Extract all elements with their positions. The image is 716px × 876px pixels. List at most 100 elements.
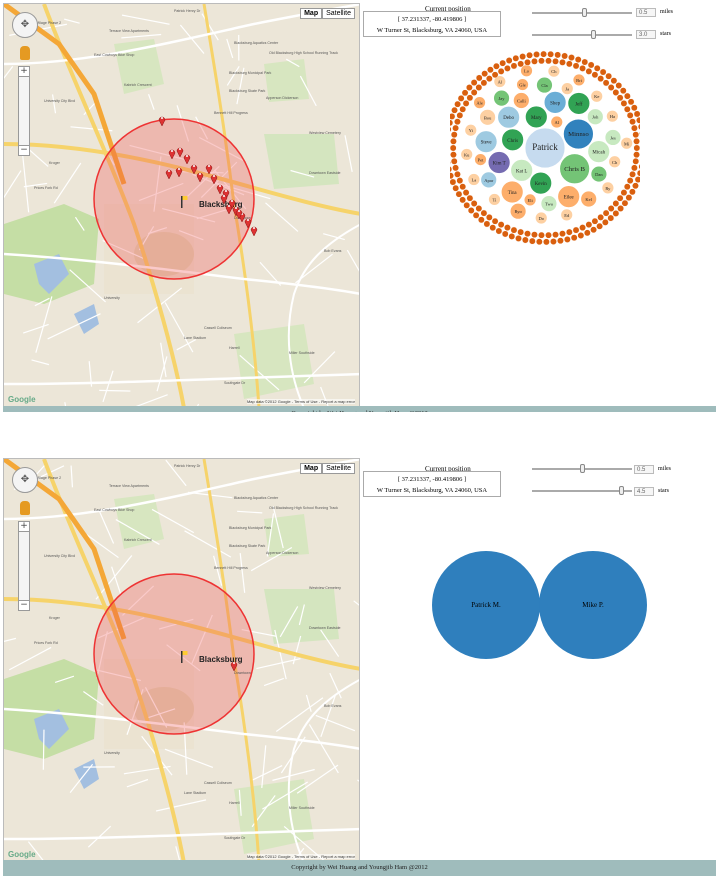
small-bubble[interactable] xyxy=(485,75,493,83)
small-bubble[interactable] xyxy=(454,118,461,126)
map-type-satellite-button[interactable]: Satellite xyxy=(322,8,355,19)
small-bubble[interactable] xyxy=(605,72,613,80)
bubble[interactable]: Eilee xyxy=(557,185,581,209)
small-bubble[interactable] xyxy=(602,79,610,87)
small-bubble[interactable] xyxy=(470,200,478,207)
small-bubble[interactable] xyxy=(535,238,543,246)
small-bubble[interactable] xyxy=(634,176,640,184)
bubble[interactable]: Ale xyxy=(473,96,486,110)
small-bubble[interactable] xyxy=(623,105,631,113)
small-bubble[interactable] xyxy=(547,50,555,58)
small-bubble[interactable] xyxy=(581,58,589,66)
small-bubble[interactable] xyxy=(577,232,585,239)
small-bubble[interactable] xyxy=(451,106,458,114)
small-bubble[interactable] xyxy=(574,56,582,64)
small-bubble[interactable] xyxy=(565,228,573,236)
small-bubble[interactable] xyxy=(633,151,640,159)
small-bubble[interactable] xyxy=(623,183,631,191)
small-bubble[interactable] xyxy=(531,231,538,239)
restaurant-marker-icon[interactable] xyxy=(250,226,258,237)
bubble[interactable]: Mary xyxy=(524,105,548,129)
small-bubble[interactable] xyxy=(450,112,456,120)
small-bubble[interactable] xyxy=(591,217,599,225)
bubble[interactable]: Ti xyxy=(488,193,501,206)
small-bubble[interactable] xyxy=(626,111,634,119)
bubble[interactable]: Debo xyxy=(497,105,521,129)
small-bubble[interactable] xyxy=(591,71,599,79)
small-bubble[interactable] xyxy=(545,57,552,65)
small-bubble[interactable] xyxy=(486,66,494,74)
small-bubble[interactable] xyxy=(585,67,593,75)
bubble[interactable]: Kat L xyxy=(510,158,534,182)
small-bubble[interactable] xyxy=(607,214,615,222)
small-bubble[interactable] xyxy=(632,131,640,139)
bubble[interactable]: Chris xyxy=(501,128,525,152)
zoom-slider[interactable]: + − xyxy=(18,66,30,156)
small-bubble[interactable] xyxy=(616,194,624,202)
bubble[interactable]: Dan xyxy=(590,165,608,183)
small-bubble[interactable] xyxy=(627,98,635,106)
bubble[interactable]: Minnso xyxy=(562,118,594,150)
small-bubble[interactable] xyxy=(472,211,480,219)
small-bubble[interactable] xyxy=(563,235,571,243)
small-bubble[interactable] xyxy=(452,124,460,132)
small-bubble[interactable] xyxy=(607,205,615,212)
bubble[interactable]: Chris B xyxy=(559,153,591,185)
small-bubble[interactable] xyxy=(450,137,457,145)
small-bubble[interactable] xyxy=(499,59,507,67)
small-bubble[interactable] xyxy=(450,157,458,165)
small-bubble[interactable] xyxy=(619,87,627,95)
small-bubble[interactable] xyxy=(549,238,557,245)
small-bubble[interactable] xyxy=(491,71,499,79)
small-bubble[interactable] xyxy=(579,64,587,72)
bubble[interactable]: Pet xyxy=(474,153,487,167)
bubble[interactable]: Mi xyxy=(620,136,634,150)
small-bubble[interactable] xyxy=(450,166,453,173)
small-bubble[interactable] xyxy=(521,236,529,244)
small-bubble[interactable] xyxy=(455,190,463,198)
small-bubble[interactable] xyxy=(470,79,478,87)
small-bubble[interactable] xyxy=(545,231,552,239)
small-bubble[interactable] xyxy=(450,172,455,180)
bubble-patrick-m[interactable]: Patrick M. xyxy=(432,551,540,659)
small-bubble[interactable] xyxy=(450,151,457,159)
pegman-icon[interactable] xyxy=(20,501,30,515)
small-bubble[interactable] xyxy=(483,220,491,228)
map-type-map-button[interactable]: Map xyxy=(300,8,323,19)
small-bubble[interactable] xyxy=(463,201,471,209)
small-bubble[interactable] xyxy=(632,157,640,165)
small-bubble[interactable] xyxy=(625,194,633,202)
small-bubble[interactable] xyxy=(597,213,605,221)
small-bubble[interactable] xyxy=(635,116,640,124)
small-bubble[interactable] xyxy=(630,124,638,132)
small-bubble[interactable] xyxy=(557,237,564,245)
bubble[interactable]: Yi xyxy=(464,123,478,137)
small-bubble[interactable] xyxy=(612,200,620,207)
small-bubble[interactable] xyxy=(501,230,509,238)
small-bubble[interactable] xyxy=(621,199,629,207)
small-bubble[interactable] xyxy=(503,64,511,72)
small-bubble[interactable] xyxy=(480,79,488,87)
map-attribution[interactable]: Map data ©2012 Google - Terms of Use - R… xyxy=(246,399,355,404)
bubble[interactable]: Jeff xyxy=(567,92,591,115)
bubble[interactable]: Tina xyxy=(500,180,524,204)
map-view[interactable]: Blacksburg Patrick Henry Dr The Village Ph… xyxy=(3,3,360,407)
small-bubble[interactable] xyxy=(481,70,489,78)
small-bubble[interactable] xyxy=(526,51,533,59)
miles-value-field[interactable]: 0.5 xyxy=(636,8,656,17)
map-type-map-button[interactable]: Map xyxy=(300,463,323,474)
small-bubble[interactable] xyxy=(450,144,457,152)
small-bubble[interactable] xyxy=(630,164,638,172)
small-bubble[interactable] xyxy=(554,51,562,59)
small-bubble[interactable] xyxy=(470,89,478,96)
zoom-in-button[interactable]: + xyxy=(18,521,30,532)
small-bubble[interactable] xyxy=(495,227,503,235)
small-bubble[interactable] xyxy=(456,177,464,185)
zoom-slider[interactable]: + − xyxy=(18,521,30,611)
small-bubble[interactable] xyxy=(475,74,483,82)
bubble[interactable]: Ch xyxy=(608,155,622,169)
small-bubble[interactable] xyxy=(452,184,460,192)
small-bubble[interactable] xyxy=(610,77,618,85)
bubble[interactable]: Shep xyxy=(543,90,567,114)
small-bubble[interactable] xyxy=(559,58,566,66)
